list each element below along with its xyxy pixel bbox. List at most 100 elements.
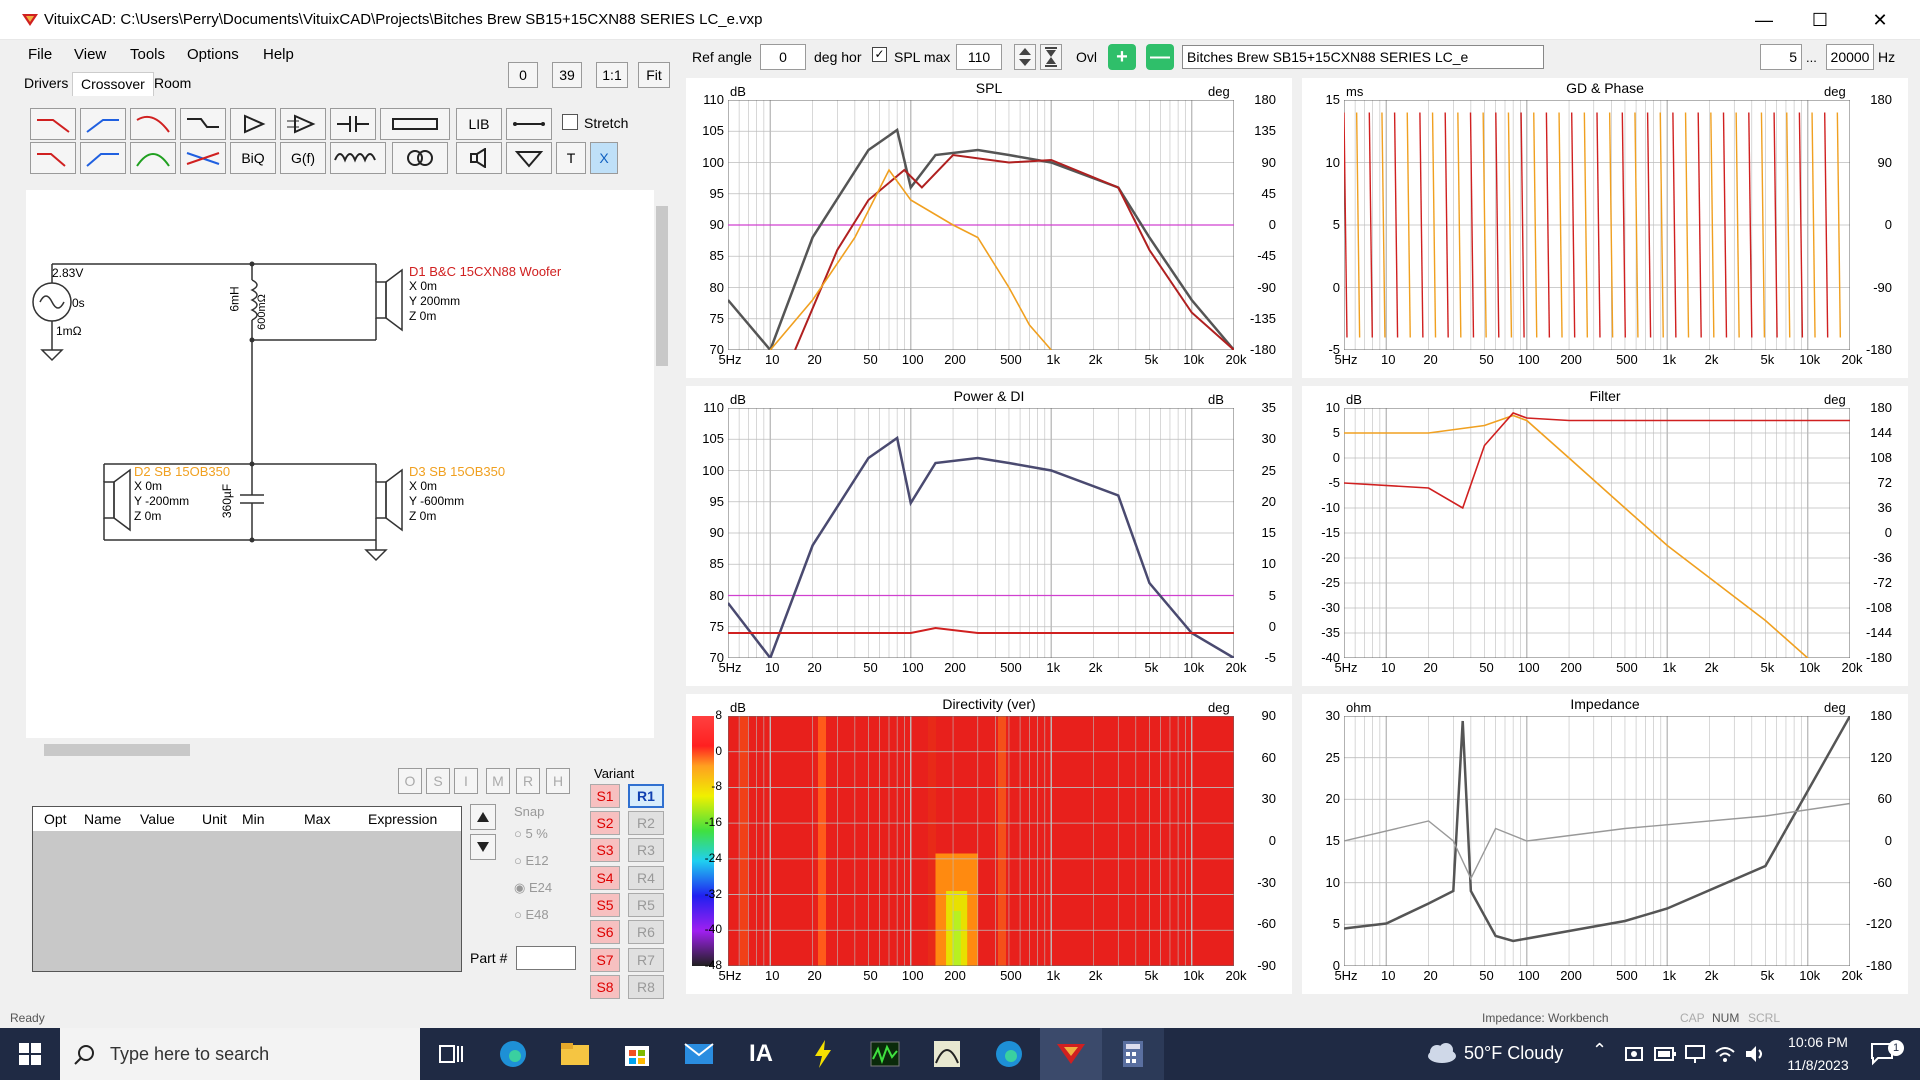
menu-help[interactable]: Help [263,46,294,63]
freq-high-input[interactable]: 20000 [1826,44,1874,70]
variant-r3[interactable]: R3 [628,838,664,862]
chevron-up-icon[interactable]: ⌃ [1592,1040,1607,1061]
stretch-checkbox[interactable] [562,114,578,130]
filter-chart[interactable]: Filter dB deg 10 5 0 -5 -10 -15 -20 -25 -30 -35 -40 18… [1302,386,1908,686]
variant-r4[interactable]: R4 [628,866,664,890]
ref-angle-input[interactable]: 0 [760,44,806,70]
vertical-scroll-thumb[interactable] [656,206,668,366]
variant-r8[interactable]: R8 [628,975,664,999]
snap-e24[interactable]: ◉ E24 [514,880,552,896]
impedance-chart-plot[interactable] [1344,716,1850,966]
freq-low-input[interactable]: 5 [1760,44,1802,70]
col-expression[interactable]: Expression [368,811,437,827]
variant-r6[interactable]: R6 [628,920,664,944]
opt-i-button[interactable]: I [454,768,478,794]
shelf-button[interactable] [180,108,226,140]
menu-view[interactable]: View [74,46,106,63]
buffer-button[interactable] [230,108,276,140]
close-button[interactable]: ✕ [1852,0,1908,40]
variant-r7[interactable]: R7 [628,948,664,972]
ground-button[interactable] [506,142,552,174]
opt-s-button[interactable]: S [426,768,450,794]
variant-s3[interactable]: S3 [590,838,620,862]
menu-options[interactable]: Options [187,46,239,63]
opt-o-button[interactable]: O [398,768,422,794]
variant-s2[interactable]: S2 [590,811,620,835]
lowpass-2nd-button[interactable] [30,142,76,174]
variant-s7[interactable]: S7 [590,948,620,972]
bandpass-button[interactable] [130,142,176,174]
power-di-chart-plot[interactable] [728,408,1234,658]
highpass-2nd-button[interactable] [80,142,126,174]
library-button[interactable]: LIB [456,108,502,140]
menu-file[interactable]: File [28,46,52,63]
col-name[interactable]: Name [84,811,121,827]
clock-date[interactable]: 11/8/2023 [1782,1057,1854,1073]
gf-button[interactable]: G(f) [280,142,326,174]
spl-spinner[interactable] [1014,44,1036,70]
impedance-chart[interactable]: Impedance ohm deg 30 25 20 15 10 5 0 180 120 60 0 -60 -… [1302,694,1908,994]
file-explorer-app[interactable] [544,1028,606,1080]
variant-s6[interactable]: S6 [590,920,620,944]
maximize-button[interactable]: ☐ [1792,0,1848,40]
mail-app[interactable] [668,1028,730,1080]
scope-app[interactable] [854,1028,916,1080]
webcam-icon[interactable] [1624,1044,1644,1064]
filter-chart-plot[interactable] [1344,408,1850,658]
variant-r2[interactable]: R2 [628,811,664,835]
battery-icon[interactable] [1654,1046,1676,1062]
remove-overlay-button[interactable]: — [1146,44,1174,70]
wifi-icon[interactable] [1714,1044,1736,1064]
move-down-button[interactable] [470,834,496,860]
la-app[interactable]: IA [730,1028,792,1080]
part-number-input[interactable] [516,946,576,970]
directivity-chart-plot[interactable] [728,716,1234,966]
col-unit[interactable]: Unit [202,811,227,827]
close-x-button[interactable]: X [590,142,618,174]
tab-drivers[interactable]: Drivers [16,72,76,96]
d1-name[interactable]: D1 B&C 15CXN88 Woofer [409,264,561,279]
spl-max-input[interactable]: 110 [956,44,1002,70]
crossover-button[interactable] [180,142,226,174]
col-max[interactable]: Max [304,811,330,827]
spl-chart-plot[interactable] [728,100,1234,350]
volume-icon[interactable] [1744,1044,1766,1064]
opt-r-button[interactable]: R [516,768,540,794]
wire-button[interactable] [506,108,552,140]
tab-crossover[interactable]: Crossover [72,72,154,96]
snap-e48[interactable]: ○ E48 [514,907,549,922]
text-button[interactable]: T [556,142,586,174]
add-overlay-button[interactable]: + [1108,44,1136,70]
opt-m-button[interactable]: M [486,768,510,794]
edge-app[interactable] [482,1028,544,1080]
snap-e12[interactable]: ○ E12 [514,853,549,868]
biquad-button[interactable]: BiQ [230,142,276,174]
col-opt[interactable]: Opt [44,811,67,827]
d3-name[interactable]: D3 SB 15OB350 [409,464,505,479]
spl-chart[interactable]: SPL dB deg 110 105 100 95 90 85 80 75 70 180 135 90 45 0… [686,78,1292,378]
network-icon[interactable] [1684,1044,1706,1064]
edge-app-2[interactable] [978,1028,1040,1080]
start-button[interactable] [0,1028,60,1080]
highpass-1st-button[interactable] [80,108,126,140]
vituixcad-app[interactable] [1040,1028,1102,1080]
weather-text[interactable]: 50°F Cloudy [1464,1043,1563,1064]
project-name-field[interactable]: Bitches Brew SB15+15CXN88 SERIES LC_e [1182,45,1544,69]
ratio-button[interactable]: 1:1 [596,62,628,88]
view-a-field[interactable]: 0 [508,62,538,88]
transformer-button[interactable] [392,142,448,174]
gd-phase-chart[interactable]: GD & Phase ms deg 15 10 5 0 -5 180 90 0 -90 -180 5Hz 1… [1302,78,1908,378]
view-b-field[interactable]: 39 [552,62,582,88]
lightning-app[interactable] [792,1028,854,1080]
gd-phase-chart-plot[interactable] [1344,100,1850,350]
inductor-button[interactable] [330,142,386,174]
opamp-button[interactable] [280,108,326,140]
power-di-chart[interactable]: Power & DI dB dB 110 105 100 95 90 85 80 75 70 35 30 2… [686,386,1292,686]
capacitor-button[interactable] [330,108,376,140]
spl-max-checkbox[interactable]: ✓ [872,47,887,62]
spl-fit-button[interactable] [1040,44,1062,70]
variant-s1[interactable]: S1 [590,784,620,808]
variant-s5[interactable]: S5 [590,893,620,917]
lowpass-1st-button[interactable] [30,108,76,140]
store-app[interactable] [606,1028,668,1080]
